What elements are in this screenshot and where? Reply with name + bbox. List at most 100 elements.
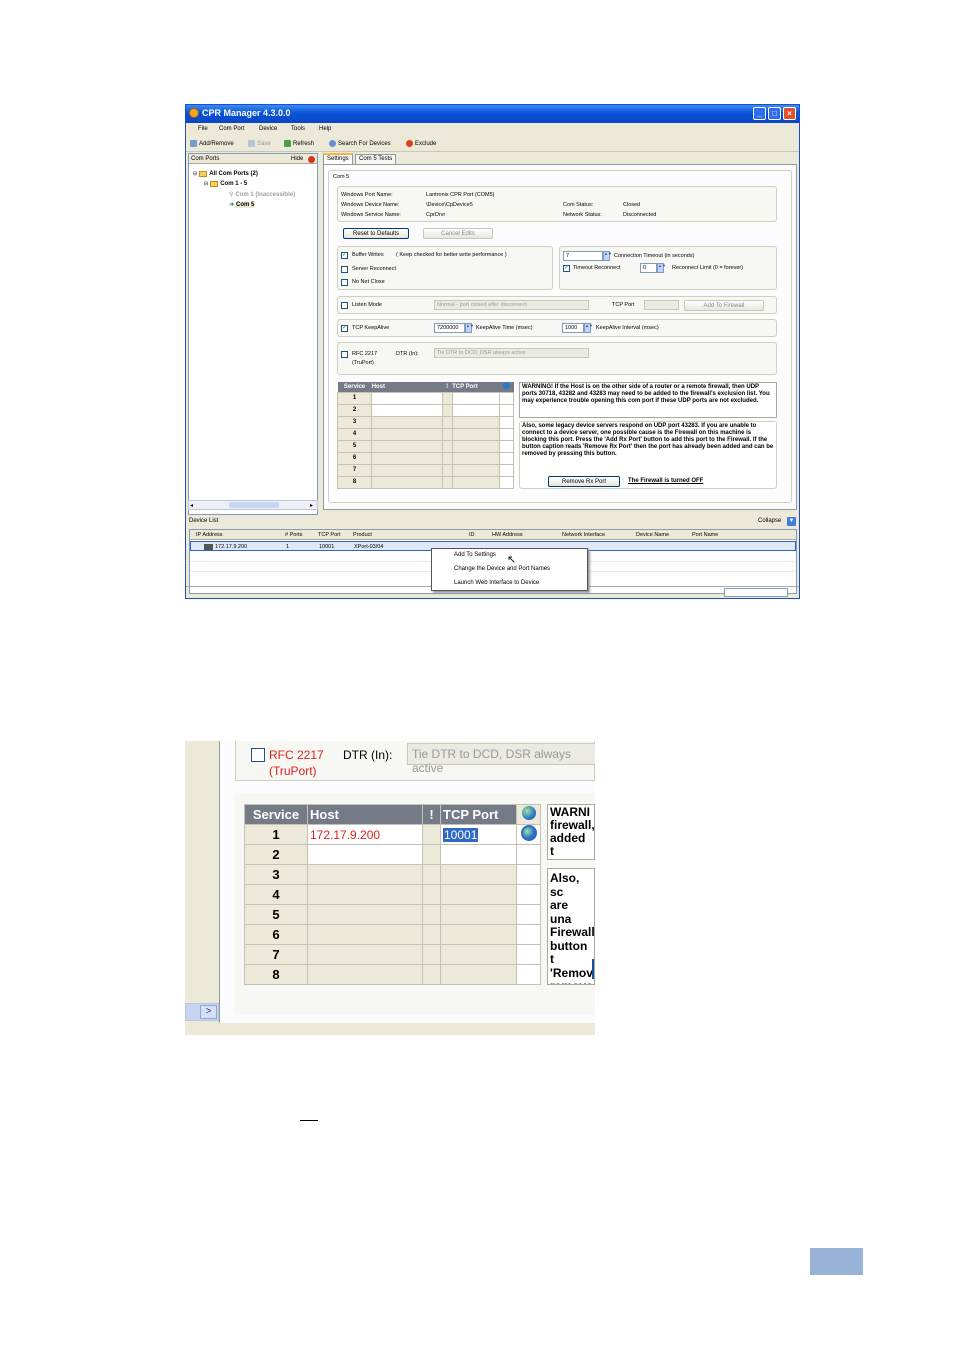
dtr-select[interactable]: Tie DTR to DCD, DSR always active <box>434 348 589 358</box>
zoom-tcp-port-cell[interactable] <box>440 864 517 885</box>
zoom-rfc2217-checkbox[interactable] <box>251 748 265 762</box>
tcp-port-cell[interactable] <box>451 391 500 405</box>
tcp-port-cell[interactable] <box>451 415 500 429</box>
zoom-tcp-port-cell[interactable]: 10001 <box>440 824 517 845</box>
host-cell[interactable] <box>371 391 443 405</box>
zoom-firewall-cell[interactable] <box>516 944 541 965</box>
tcp-port-cell[interactable] <box>451 463 500 477</box>
zoom-dtr-select[interactable]: Tie DTR to DCD, DSR always active <box>407 743 595 775</box>
zoom-firewall-cell[interactable] <box>516 964 541 985</box>
host-cell[interactable] <box>371 415 443 429</box>
menu-help[interactable]: Help <box>319 126 331 132</box>
menu-com-port[interactable]: Com Port <box>219 126 244 132</box>
keepalive-interval-input[interactable]: 1000 <box>562 323 584 333</box>
zoom-firewall-cell[interactable] <box>516 844 541 865</box>
zoom-firewall-cell[interactable] <box>516 864 541 885</box>
zoom-host-cell[interactable] <box>307 924 423 945</box>
host-cell[interactable] <box>371 475 443 489</box>
zoom-tcp-port-cell[interactable] <box>440 964 517 985</box>
zoom-tcp-port-cell[interactable] <box>440 904 517 925</box>
tree-item-com5[interactable]: ➜ Com 5 <box>229 201 255 208</box>
zoom-firewall-cell[interactable] <box>516 924 541 945</box>
tcp-port-cell[interactable] <box>451 427 500 441</box>
zoom-host-cell[interactable] <box>307 884 423 905</box>
hide-button[interactable]: Hide <box>291 156 303 162</box>
save-button[interactable]: Save <box>248 140 271 147</box>
firewall-cell[interactable] <box>498 475 515 489</box>
zoom-firewall-cell[interactable] <box>516 904 541 925</box>
context-launch-web[interactable]: Launch Web Interface to Device <box>454 580 539 586</box>
minimize-button[interactable]: _ <box>753 107 766 120</box>
context-add-to-settings[interactable]: Add To Settings <box>454 552 496 558</box>
refresh-button[interactable]: Refresh <box>284 140 314 147</box>
scroll-left-icon[interactable]: ◂ <box>190 502 193 509</box>
listen-mode-select[interactable]: Normal - port closed after disconnect <box>434 300 589 310</box>
firewall-cell[interactable] <box>498 463 515 477</box>
hide-icon[interactable] <box>308 156 315 163</box>
zoom-host-cell[interactable] <box>307 944 423 965</box>
reset-defaults-button[interactable]: Reset to Defaults <box>343 228 409 239</box>
scroll-right-icon[interactable]: ▸ <box>310 502 313 509</box>
hdr-product[interactable]: Product <box>353 532 372 538</box>
hdr-hw-address[interactable]: HW Address <box>492 532 523 538</box>
tcp-port-cell[interactable] <box>451 403 500 417</box>
firewall-cell[interactable] <box>498 391 515 405</box>
reconnect-limit-spinner[interactable]: ▲▼ <box>657 263 666 273</box>
firewall-cell[interactable] <box>498 439 515 453</box>
hdr-id[interactable]: ID <box>469 532 475 538</box>
tcp-keepalive-checkbox[interactable]: ✓ <box>341 325 348 332</box>
collapse-icon[interactable]: ▼ <box>787 517 796 526</box>
firewall-cell[interactable] <box>498 427 515 441</box>
host-cell[interactable] <box>371 439 443 453</box>
tcp-port-cell[interactable] <box>451 475 500 489</box>
reconnect-limit-input[interactable]: 0 <box>640 263 657 273</box>
zoom-remove-button-edge[interactable] <box>592 959 594 979</box>
zoom-tcp-port-cell[interactable] <box>440 924 517 945</box>
rfc2217-checkbox[interactable] <box>341 351 348 358</box>
zoom-host-cell[interactable] <box>307 864 423 885</box>
zoom-scrollbar[interactable]: > <box>185 1003 219 1021</box>
add-to-firewall-button[interactable]: Add To Firewall <box>684 300 764 311</box>
tree-item-com-group[interactable]: ⊟ Com 1 - 5 <box>204 181 247 187</box>
tcp-port-cell[interactable] <box>451 439 500 453</box>
zoom-tcp-port-cell[interactable] <box>440 944 517 965</box>
maximize-button[interactable]: □ <box>768 107 781 120</box>
hdr-tcp-port[interactable]: TCP Port <box>318 532 341 538</box>
keepalive-time-spinner[interactable]: ▲▼ <box>465 323 474 333</box>
left-panel-scrollbar[interactable]: ◂ ▸ <box>188 500 318 510</box>
tree-item-all-com-ports[interactable]: ⊟ All Com Ports (2) <box>193 171 258 177</box>
hdr-ports[interactable]: # Ports <box>285 532 302 538</box>
firewall-cell[interactable] <box>498 451 515 465</box>
tcp-port-cell[interactable] <box>451 451 500 465</box>
add-remove-button[interactable]: Add/Remove <box>190 140 234 147</box>
zoom-host-cell[interactable]: 172.17.9.200 <box>307 824 423 845</box>
keepalive-time-input[interactable]: 7200000 <box>434 323 465 333</box>
zoom-host-cell[interactable] <box>307 964 423 985</box>
host-cell[interactable] <box>371 403 443 417</box>
menu-file[interactable]: File <box>198 126 208 132</box>
zoom-tcp-port-cell[interactable] <box>440 844 517 865</box>
zoom-firewall-cell[interactable] <box>516 884 541 905</box>
hdr-network-interface[interactable]: Network Interface <box>562 532 605 538</box>
hdr-device-name[interactable]: Device Name <box>636 532 669 538</box>
firewall-cell[interactable] <box>498 403 515 417</box>
remove-rx-port-button[interactable]: Remove Rx Port <box>548 476 620 487</box>
server-reconnect-checkbox[interactable] <box>341 266 348 273</box>
close-button[interactable]: × <box>783 107 796 120</box>
timeout-reconnect-checkbox[interactable]: ✓ <box>563 265 570 272</box>
hdr-ip[interactable]: IP Address <box>196 532 223 538</box>
zoom-firewall-cell[interactable] <box>516 824 541 845</box>
zoom-host-cell[interactable] <box>307 844 423 865</box>
cancel-edits-button[interactable]: Cancel Edits <box>423 228 493 239</box>
connection-timeout-spinner[interactable]: ▲▼ <box>603 251 612 261</box>
listen-mode-checkbox[interactable] <box>341 302 348 309</box>
listen-tcp-port-input[interactable] <box>644 300 679 310</box>
host-cell[interactable] <box>371 451 443 465</box>
firewall-cell[interactable] <box>498 415 515 429</box>
buffer-writes-checkbox[interactable]: ✓ <box>341 252 348 259</box>
collapse-button[interactable]: Collapse <box>758 518 781 524</box>
hdr-port-name[interactable]: Port Name <box>692 532 718 538</box>
menu-tools[interactable]: Tools <box>291 126 305 132</box>
scroll-thumb[interactable] <box>229 502 279 508</box>
tree-item-com1[interactable]: ⚲ Com 1 (Inaccessible) <box>229 191 295 199</box>
